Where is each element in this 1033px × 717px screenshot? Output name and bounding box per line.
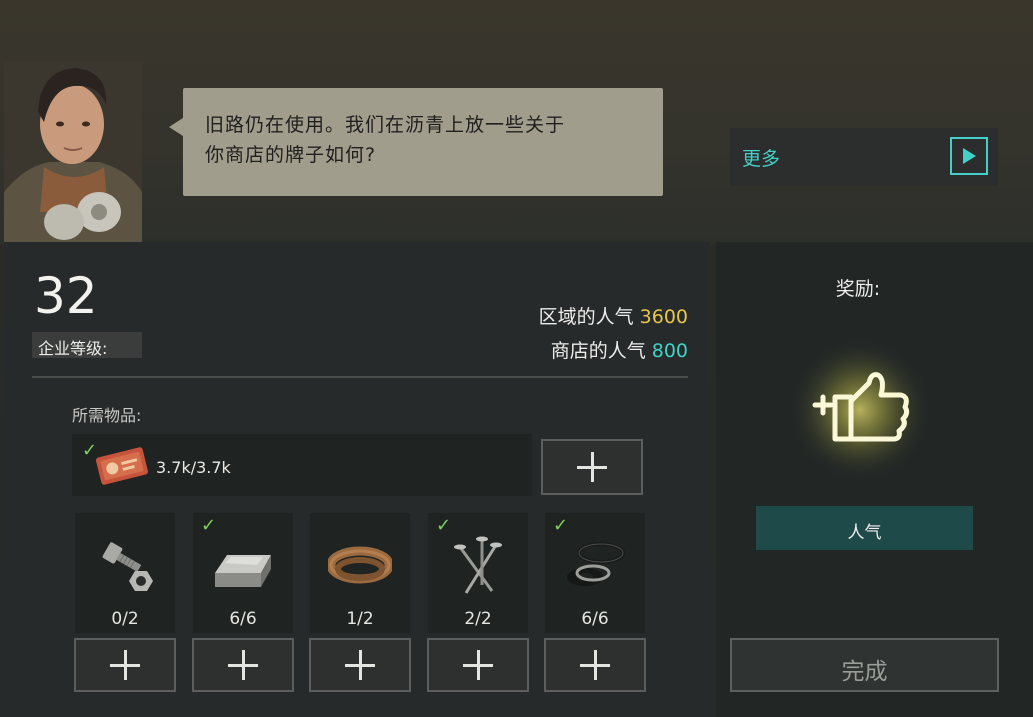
reward-title: 奖励:: [835, 278, 881, 300]
nails-icon: [454, 536, 502, 594]
item-slot-belt[interactable]: 1/2: [310, 513, 410, 633]
more-button[interactable]: 更多: [730, 128, 998, 186]
bolt-nut-icon: [102, 542, 153, 591]
main-item-row: ✓ 3.7k/3.7k: [72, 434, 532, 496]
area-popularity-value: 3600: [639, 306, 688, 328]
divider: [32, 376, 688, 378]
leather-belt-icon: [328, 546, 392, 584]
required-items-label: 所需物品:: [72, 406, 142, 425]
dialog-line-1: 旧路仍在使用。我们在沥青上放一些关于: [205, 114, 566, 136]
item-count: 0/2: [111, 609, 139, 629]
more-label: 更多: [742, 148, 781, 170]
item-slot-washers[interactable]: ✓ 6/6: [545, 513, 645, 633]
add-bolt-button[interactable]: [74, 638, 176, 692]
npc-portrait: [4, 62, 142, 242]
area-popularity-label: 区域的人气: [538, 306, 634, 328]
voucher-card-icon: [95, 447, 149, 485]
shop-popularity-label: 商店的人气: [550, 340, 646, 362]
company-level-label-box: 企业等级:: [32, 332, 142, 358]
item-slot-nails[interactable]: ✓ 2/2: [428, 513, 528, 633]
item-slot-ingot[interactable]: ✓ 6/6: [193, 513, 293, 633]
main-item-quantity: 3.7k/3.7k: [156, 458, 231, 477]
item-count: 2/2: [464, 609, 492, 629]
reward-tag-label: 人气: [847, 523, 882, 543]
company-level-label: 企业等级:: [38, 339, 108, 358]
area-popularity: 区域的人气 3600: [539, 302, 688, 329]
add-belt-button[interactable]: [309, 638, 411, 692]
item-count: 1/2: [346, 609, 374, 629]
shop-popularity-value: 800: [651, 340, 688, 362]
reward-tag: 人气: [756, 506, 973, 550]
complete-button[interactable]: 完成: [730, 638, 999, 692]
dialog-bubble: 旧路仍在使用。我们在沥青上放一些关于 你商店的牌子如何?: [169, 88, 663, 196]
add-ingot-button[interactable]: [192, 638, 294, 692]
washers-icon: [567, 542, 625, 586]
dialog-text: 旧路仍在使用。我们在沥青上放一些关于 你商店的牌子如何?: [205, 110, 645, 170]
metal-ingot-icon: [215, 555, 271, 587]
add-nails-button[interactable]: [427, 638, 529, 692]
thumbs-up-plus-icon: [788, 338, 932, 482]
dialog-line-2: 你商店的牌子如何?: [205, 144, 377, 166]
shop-popularity: 商店的人气 800: [551, 336, 688, 363]
item-count: 6/6: [229, 609, 257, 629]
complete-button-label: 完成: [841, 659, 888, 685]
item-count: 6/6: [581, 609, 609, 629]
add-main-item-button[interactable]: [541, 439, 643, 495]
item-slot-bolt[interactable]: 0/2: [75, 513, 175, 633]
add-washers-button[interactable]: [544, 638, 646, 692]
play-icon: [950, 137, 988, 175]
company-level-value: 32: [34, 267, 98, 325]
